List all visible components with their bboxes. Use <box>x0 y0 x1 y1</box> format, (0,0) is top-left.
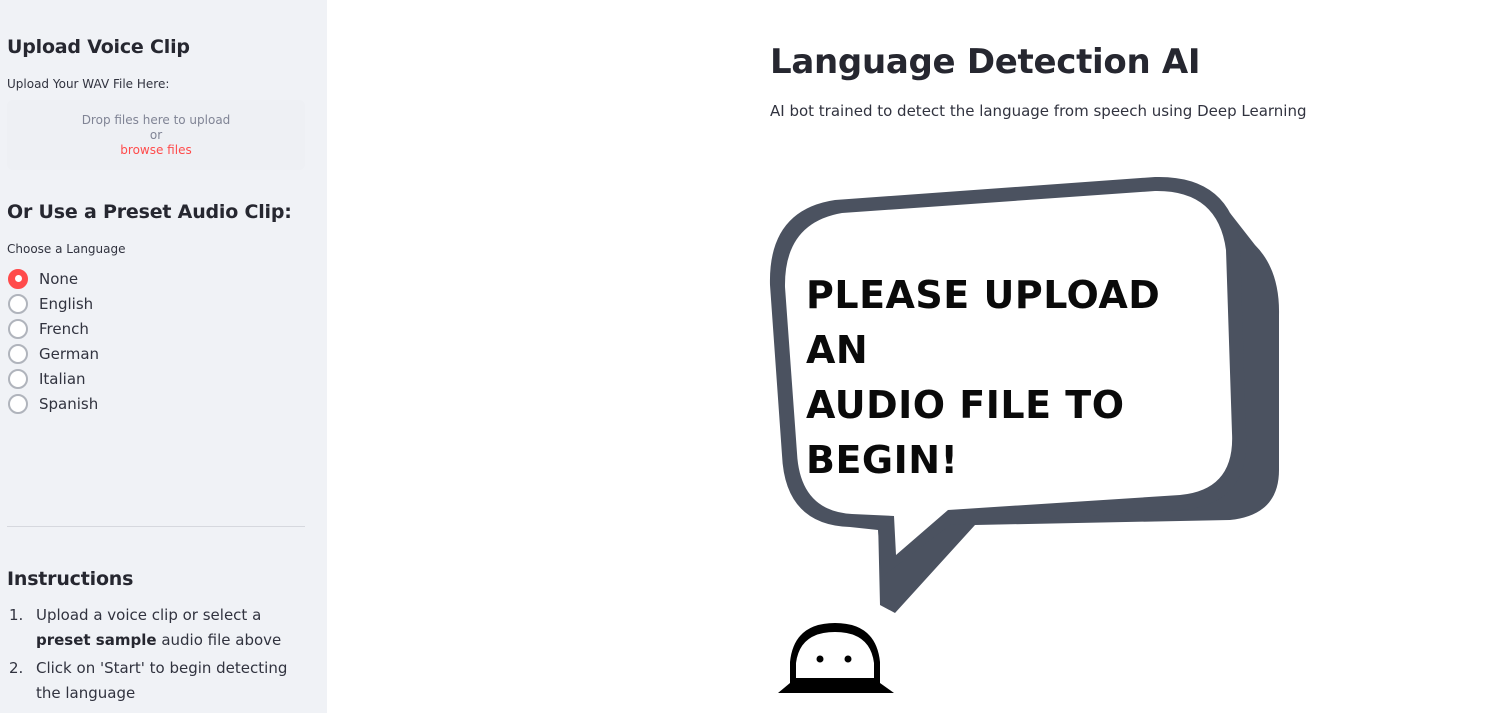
page-title: Language Detection AI <box>770 42 1201 82</box>
radio-label: None <box>39 269 79 288</box>
dropzone-instruction: Drop files here to upload <box>81 113 231 127</box>
instruction-text: Click on 'Start' to begin detecting the … <box>36 659 288 702</box>
radio-button[interactable] <box>8 343 28 364</box>
radio-label: Spanish <box>39 394 99 413</box>
instruction-number: 2. <box>9 659 24 677</box>
robot-mascot-icon <box>778 623 894 693</box>
instructions-list: 1. Upload a voice clip or select a prese… <box>7 603 305 709</box>
sidebar-divider <box>7 526 305 527</box>
dropzone-or: or <box>149 128 163 142</box>
upload-heading: Upload Voice Clip <box>7 36 190 58</box>
radio-option-french[interactable]: French <box>7 316 89 341</box>
robot-eye-left <box>816 655 824 663</box>
bubble-line: BEGIN! <box>806 438 959 482</box>
radio-button[interactable] <box>8 268 28 289</box>
robot-eye-right <box>844 655 852 663</box>
radio-option-german[interactable]: German <box>7 341 99 366</box>
bubble-line: AUDIO FILE TO <box>806 383 1125 427</box>
bubble-line: PLEASE UPLOAD AN <box>806 273 1161 372</box>
radio-label: Italian <box>39 369 86 388</box>
page-subtitle: AI bot trained to detect the language fr… <box>770 102 1307 120</box>
radio-button[interactable] <box>8 318 28 339</box>
sidebar: Upload Voice Clip Upload Your WAV File H… <box>0 0 327 713</box>
instruction-item: 2. Click on 'Start' to begin detecting t… <box>7 656 305 706</box>
language-label: Choose a Language <box>7 242 126 256</box>
radio-label: English <box>39 294 94 313</box>
radio-label: French <box>39 319 89 338</box>
file-dropzone[interactable]: Drop files here to upload or browse file… <box>7 100 305 170</box>
instruction-number: 1. <box>9 606 24 624</box>
instruction-text-end: audio file above <box>156 631 282 649</box>
radio-option-italian[interactable]: Italian <box>7 366 86 391</box>
instructions-heading: Instructions <box>7 568 134 590</box>
radio-button[interactable] <box>8 293 28 314</box>
radio-option-spanish[interactable]: Spanish <box>7 391 98 416</box>
preset-heading: Or Use a Preset Audio Clip: <box>7 201 292 223</box>
radio-button[interactable] <box>8 393 28 414</box>
radio-button[interactable] <box>8 368 28 389</box>
bubble-message: PLEASE UPLOAD AN AUDIO FILE TO BEGIN! <box>806 268 1236 488</box>
browse-files-link[interactable]: browse files <box>7 143 305 157</box>
instruction-text: Upload a voice clip or select a <box>36 606 262 624</box>
instruction-item: 1. Upload a voice clip or select a prese… <box>7 603 305 653</box>
radio-label: German <box>39 344 100 363</box>
radio-option-english[interactable]: English <box>7 291 93 316</box>
instruction-bold-text: preset sample <box>36 631 157 649</box>
upload-label: Upload Your WAV File Here: <box>7 77 170 91</box>
radio-option-none[interactable]: None <box>7 266 78 291</box>
